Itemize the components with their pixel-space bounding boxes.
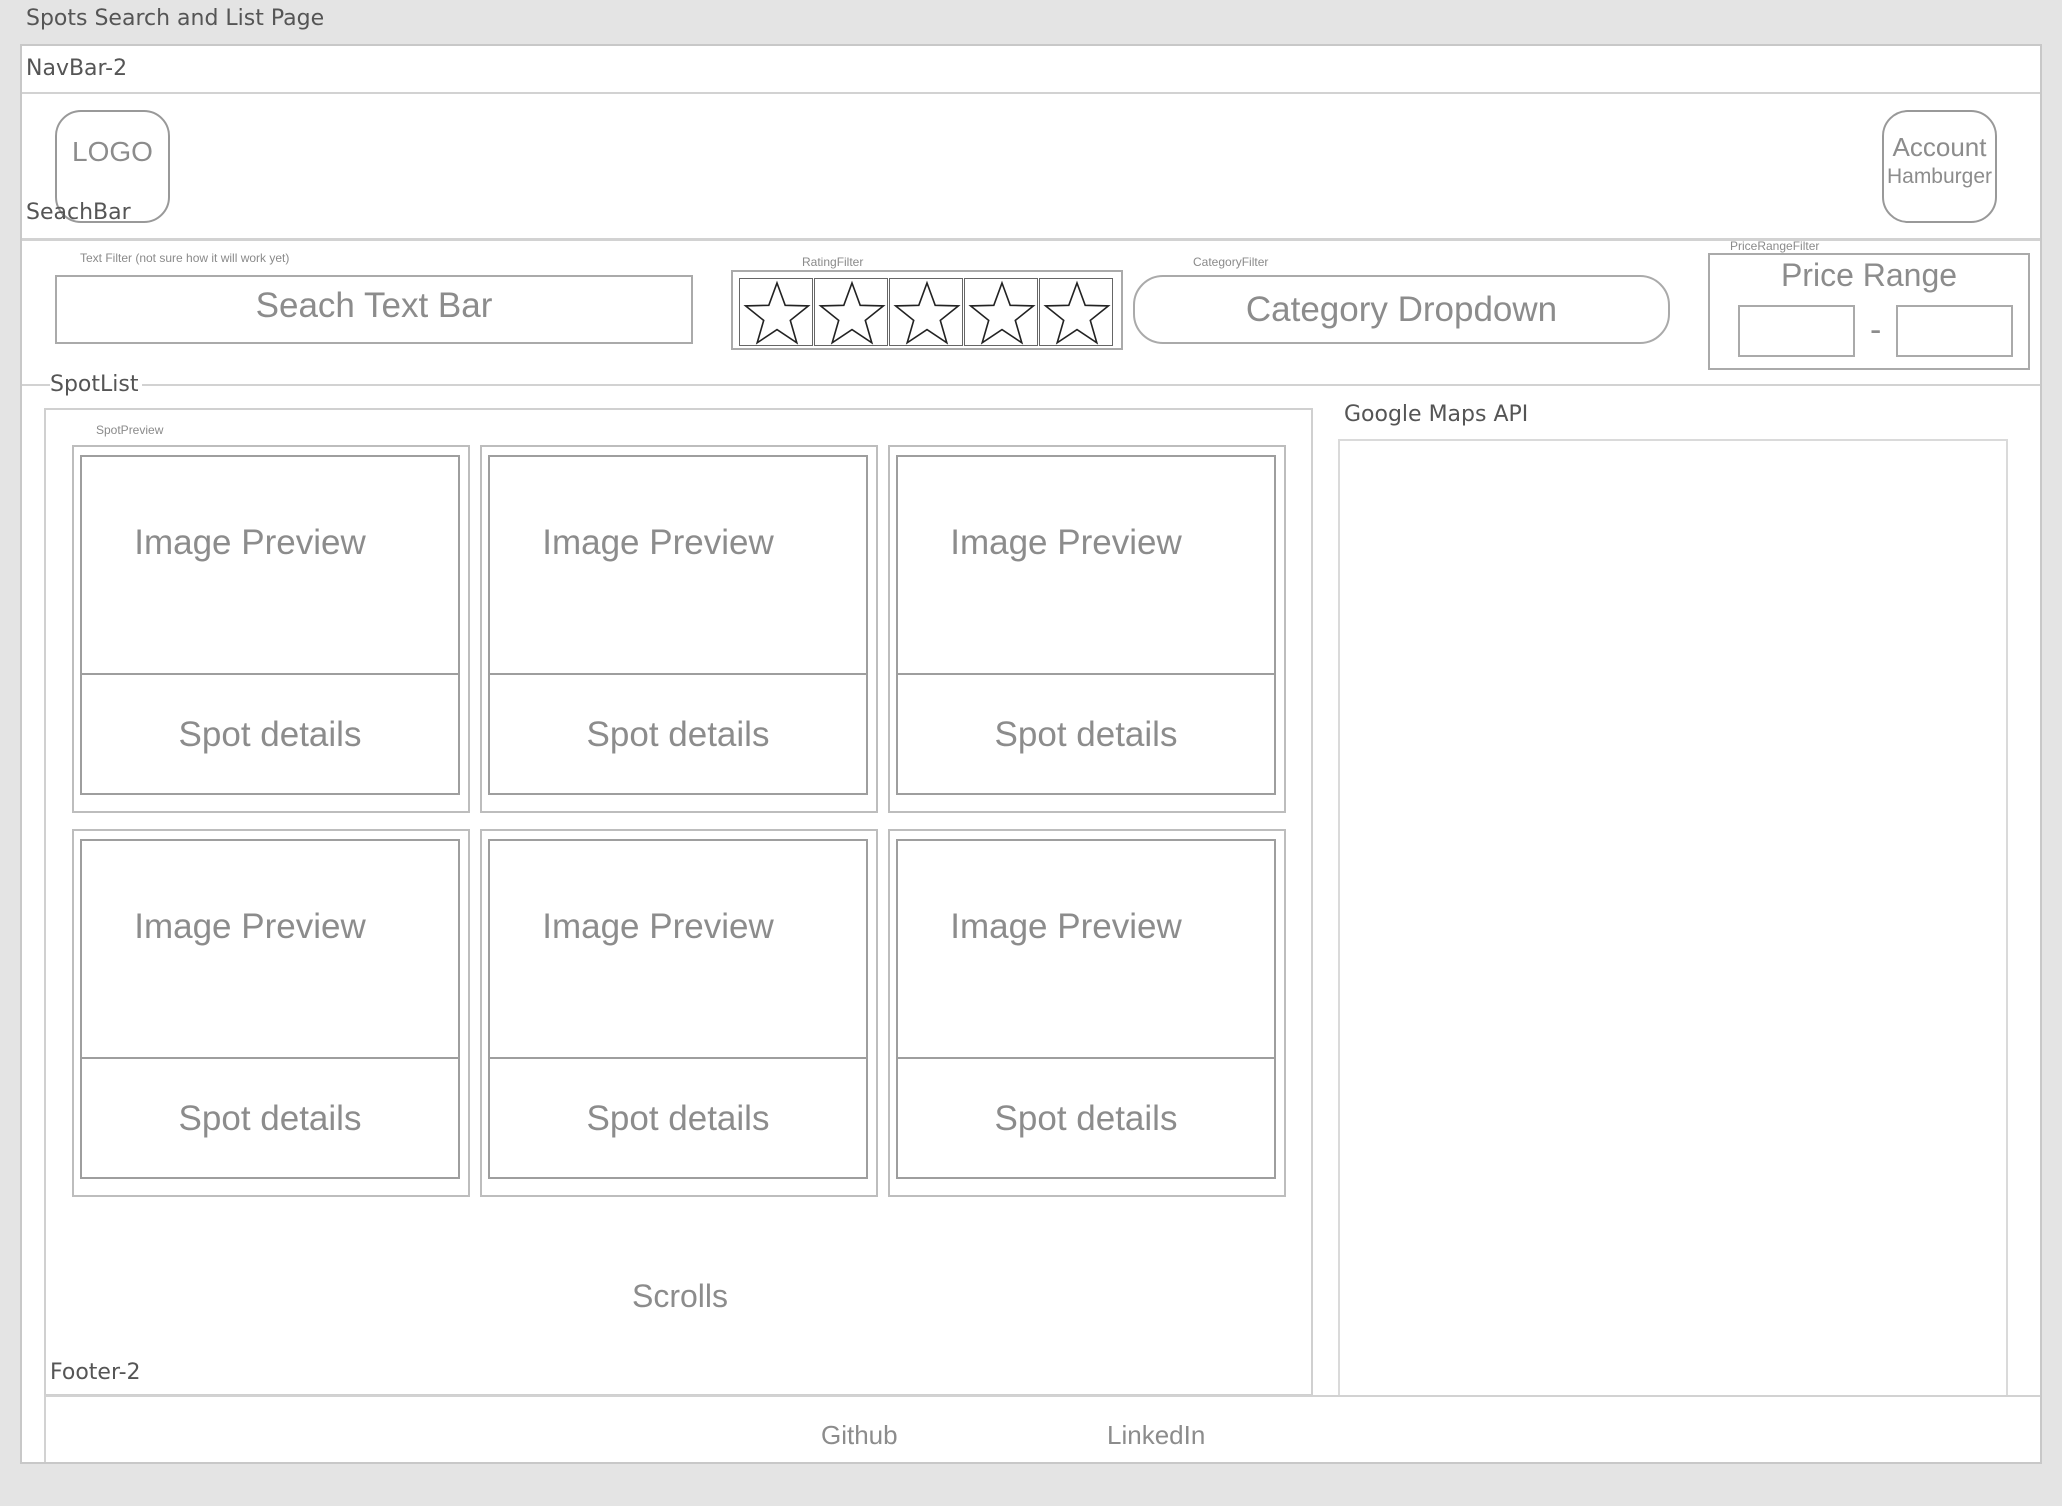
linkedin-link[interactable]: LinkedIn <box>1107 1420 1205 1451</box>
price-separator: - <box>1870 311 1882 349</box>
text-filter-label: Text Filter (not sure how it will work y… <box>80 251 290 265</box>
spot-details-label: Spot details <box>178 715 362 754</box>
spot-preview-card[interactable]: Image Preview Spot details <box>480 829 878 1197</box>
rating-star-5[interactable] <box>1039 278 1113 346</box>
image-preview-label: Image Preview <box>950 907 1182 946</box>
image-preview: Image Preview <box>896 455 1276 675</box>
rating-star-2[interactable] <box>814 278 888 346</box>
star-icon <box>743 280 811 345</box>
star-icon <box>1043 280 1111 345</box>
navbar-divider <box>22 92 2040 94</box>
github-link[interactable]: Github <box>821 1420 898 1451</box>
image-preview-label: Image Preview <box>542 907 774 946</box>
image-preview-label: Image Preview <box>950 523 1182 562</box>
search-text-bar[interactable]: Seach Text Bar <box>55 275 693 344</box>
scrolls-text: Scrolls <box>631 1278 728 1314</box>
spot-preview-label: SpotPreview <box>96 423 164 437</box>
map-label: Google Maps API <box>1344 402 1529 427</box>
footer-label: Footer-2 <box>50 1360 141 1385</box>
account-label: Account <box>1892 132 1987 162</box>
image-preview: Image Preview <box>80 455 460 675</box>
rating-star-4[interactable] <box>964 278 1038 346</box>
spot-details-label: Spot details <box>586 715 770 754</box>
image-preview-label: Image Preview <box>134 907 366 946</box>
footer-divider <box>44 1395 2040 1397</box>
spot-preview-card[interactable]: Image Preview Spot details <box>888 445 1286 813</box>
price-max-input[interactable] <box>1896 305 2013 357</box>
rating-filter <box>731 270 1123 350</box>
spot-preview-card[interactable]: Image Preview Spot details <box>888 829 1286 1197</box>
navbar-label: NavBar-2 <box>26 56 128 81</box>
rating-star-3[interactable] <box>889 278 963 346</box>
spot-details: Spot details <box>488 673 868 795</box>
image-preview-label: Image Preview <box>542 523 774 562</box>
search-text-bar-label: Seach Text Bar <box>255 286 493 325</box>
image-preview: Image Preview <box>896 839 1276 1059</box>
page-title: Spots Search and List Page <box>26 6 325 31</box>
spotlist-label: SpotList <box>50 372 143 397</box>
star-icon <box>968 280 1036 345</box>
spot-details: Spot details <box>896 1057 1276 1179</box>
spot-details-label: Spot details <box>994 1099 1178 1138</box>
price-range-title: Price Range <box>1780 257 1958 293</box>
hamburger-label: Hamburger <box>1886 165 1993 188</box>
google-map[interactable] <box>1338 439 2008 1397</box>
spot-details: Spot details <box>488 1057 868 1179</box>
price-range-filter: Price Range - <box>1708 253 2030 370</box>
spot-details-label: Spot details <box>586 1099 770 1138</box>
account-hamburger-button[interactable]: Account Hamburger <box>1882 110 1997 223</box>
image-preview: Image Preview <box>488 455 868 675</box>
price-range-filter-label: PriceRangeFilter <box>1730 239 1820 253</box>
logo-text: LOGO <box>72 136 153 167</box>
spotlist-divider <box>22 384 2040 386</box>
spot-details-label: Spot details <box>994 715 1178 754</box>
image-preview: Image Preview <box>488 839 868 1059</box>
rating-star-1[interactable] <box>739 278 813 346</box>
searchbar-label: SeachBar <box>26 200 131 225</box>
category-filter-label: CategoryFilter <box>1193 255 1269 269</box>
spot-details-label: Spot details <box>178 1099 362 1138</box>
footer-left-border <box>44 1395 46 1462</box>
spot-preview-card[interactable]: Image Preview Spot details <box>480 445 878 813</box>
spot-details: Spot details <box>80 1057 460 1179</box>
rating-filter-label: RatingFilter <box>802 255 864 269</box>
spot-preview-card[interactable]: Image Preview Spot details <box>72 445 470 813</box>
category-dropdown-label: Category Dropdown <box>1245 290 1558 329</box>
spot-details: Spot details <box>80 673 460 795</box>
category-dropdown[interactable]: Category Dropdown <box>1133 275 1670 344</box>
star-icon <box>818 280 886 345</box>
price-min-input[interactable] <box>1738 305 1855 357</box>
spot-preview-card[interactable]: Image Preview Spot details <box>72 829 470 1197</box>
image-preview-label: Image Preview <box>134 523 366 562</box>
star-icon <box>893 280 961 345</box>
spot-details: Spot details <box>896 673 1276 795</box>
image-preview: Image Preview <box>80 839 460 1059</box>
